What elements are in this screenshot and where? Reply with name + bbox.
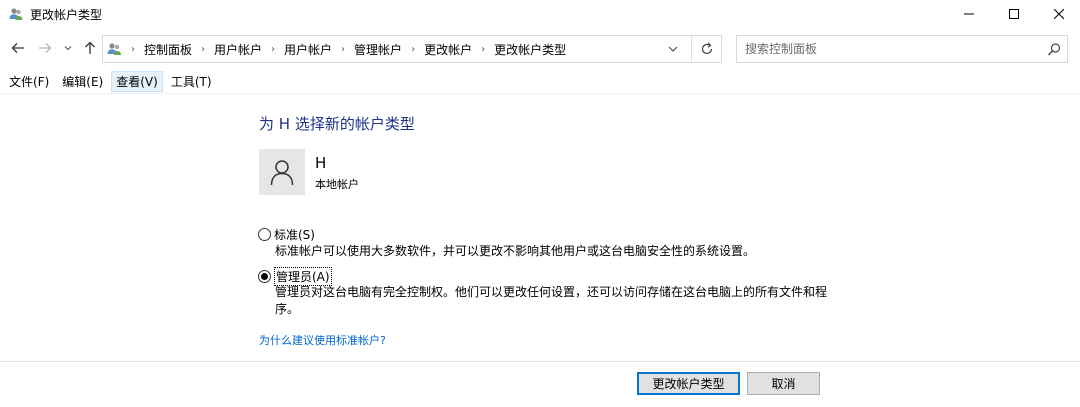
user-name: H bbox=[315, 154, 327, 172]
chevron-right-icon[interactable]: › bbox=[201, 44, 205, 55]
cancel-button[interactable]: 取消 bbox=[747, 372, 820, 395]
radio-selected-dot bbox=[261, 273, 268, 280]
administrator-radio[interactable] bbox=[258, 270, 271, 283]
chevron-right-icon[interactable]: › bbox=[131, 44, 135, 55]
window-title: 更改帐户类型 bbox=[30, 8, 103, 22]
standard-radio[interactable] bbox=[258, 228, 271, 241]
breadcrumb-item-user-accounts-2[interactable]: 用户帐户 bbox=[284, 41, 332, 58]
avatar bbox=[259, 149, 305, 195]
menu-tools[interactable]: 工具(T) bbox=[166, 71, 217, 92]
chevron-down-icon bbox=[64, 46, 72, 51]
minimize-icon bbox=[964, 13, 974, 15]
breadcrumb-item-user-accounts[interactable]: 用户帐户 bbox=[214, 41, 262, 58]
why-standard-account-link[interactable]: 为什么建议使用标准帐户? bbox=[259, 332, 386, 348]
breadcrumb-item-manage-accounts[interactable]: 管理帐户 bbox=[354, 41, 402, 58]
menu-view[interactable]: 查看(V) bbox=[111, 71, 163, 92]
standard-option[interactable]: 标准(S) bbox=[258, 226, 315, 243]
search-input[interactable] bbox=[745, 40, 1035, 58]
search-icon[interactable] bbox=[1045, 41, 1063, 59]
breadcrumb-item-change-account[interactable]: 更改帐户 bbox=[424, 41, 472, 58]
arrow-right-icon bbox=[39, 43, 52, 53]
maximize-icon bbox=[1009, 9, 1019, 19]
back-button[interactable] bbox=[8, 38, 28, 58]
standard-label[interactable]: 标准(S) bbox=[274, 226, 315, 243]
breadcrumb: › 控制面板 › 用户帐户 › 用户帐户 › 管理帐户 › 更改帐户 › 更改帐… bbox=[127, 36, 566, 62]
refresh-button[interactable] bbox=[697, 40, 717, 58]
chevron-right-icon[interactable]: › bbox=[481, 44, 485, 55]
arrow-left-icon bbox=[11, 43, 24, 53]
address-divider bbox=[691, 36, 692, 62]
chevron-right-icon[interactable]: › bbox=[271, 44, 275, 55]
user-icon bbox=[270, 160, 294, 186]
change-account-type-button[interactable]: 更改帐户类型 bbox=[637, 372, 740, 395]
arrow-up-icon bbox=[85, 41, 95, 54]
up-button[interactable] bbox=[80, 38, 100, 58]
menu-file[interactable]: 文件(F) bbox=[4, 71, 54, 92]
user-accounts-icon bbox=[106, 41, 124, 57]
administrator-description: 管理员对这台电脑有完全控制权。他们可以更改任何设置，还可以访问存储在这台电脑上的… bbox=[275, 284, 835, 318]
chevron-right-icon[interactable]: › bbox=[411, 44, 415, 55]
address-dropdown-button[interactable] bbox=[663, 41, 683, 57]
maximize-button[interactable] bbox=[991, 0, 1037, 28]
user-accounts-icon bbox=[8, 6, 24, 22]
administrator-description-line-1: 管理员对这台电脑有完全控制权。他们可以更改任何设置，还可以访问存储在这台电脑上的… bbox=[275, 285, 828, 299]
user-account-type: 本地帐户 bbox=[315, 178, 359, 191]
chevron-down-icon bbox=[668, 46, 678, 52]
administrator-description-line-2: 序。 bbox=[275, 302, 300, 316]
navigation-bar: › 控制面板 › 用户帐户 › 用户帐户 › 管理帐户 › 更改帐户 › 更改帐… bbox=[0, 32, 1080, 66]
forward-button[interactable] bbox=[35, 38, 55, 58]
page-title: 为 H 选择新的帐户类型 bbox=[259, 115, 415, 133]
menu-edit[interactable]: 编辑(E) bbox=[57, 71, 108, 92]
search-box[interactable] bbox=[736, 35, 1068, 63]
menu-bar: 文件(F) 编辑(E) 查看(V) 工具(T) bbox=[0, 70, 1080, 94]
footer-divider bbox=[0, 361, 1080, 362]
minimize-button[interactable] bbox=[946, 0, 992, 28]
refresh-icon bbox=[701, 42, 713, 55]
address-bar[interactable]: › 控制面板 › 用户帐户 › 用户帐户 › 管理帐户 › 更改帐户 › 更改帐… bbox=[102, 35, 722, 63]
breadcrumb-item-control-panel[interactable]: 控制面板 bbox=[144, 41, 192, 58]
breadcrumb-item-change-account-type[interactable]: 更改帐户类型 bbox=[494, 41, 566, 58]
recent-locations-button[interactable] bbox=[61, 38, 75, 58]
close-icon bbox=[1054, 9, 1064, 19]
close-button[interactable] bbox=[1036, 0, 1080, 28]
chevron-right-icon[interactable]: › bbox=[341, 44, 345, 55]
title-bar: 更改帐户类型 bbox=[0, 0, 1080, 28]
standard-description: 标准帐户可以使用大多数软件，并可以更改不影响其他用户或这台电脑安全性的系统设置。 bbox=[275, 244, 756, 258]
